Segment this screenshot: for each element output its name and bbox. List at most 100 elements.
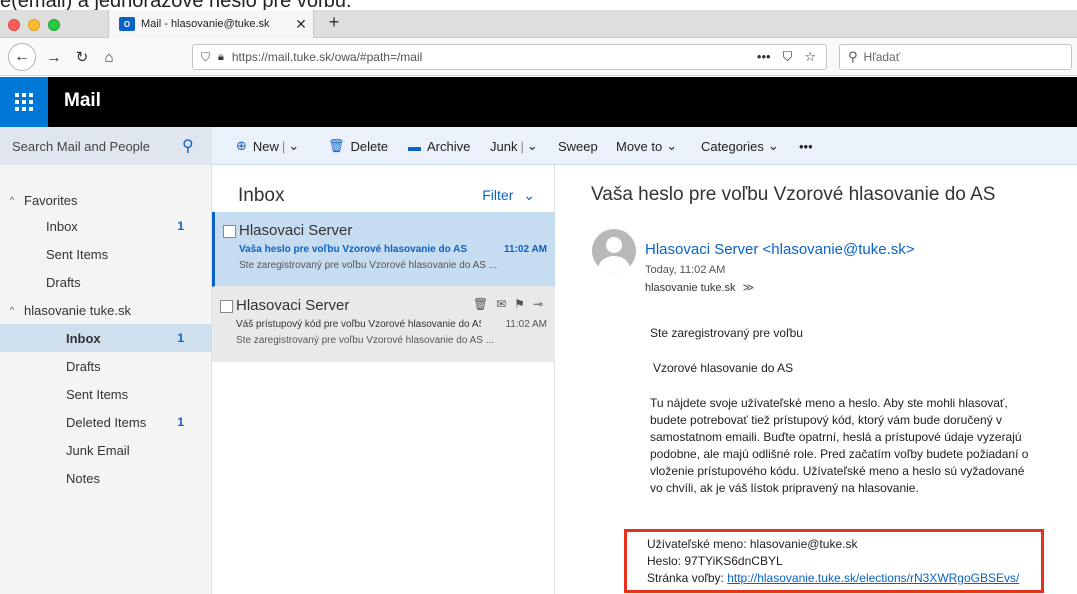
message-preview: Ste zaregistrovaný pre voľbu Vzorové hla…	[239, 260, 498, 271]
mark-read-icon[interactable]: ✉	[496, 297, 506, 311]
page-actions-icon[interactable]: •••	[757, 49, 771, 65]
folder-label: Deleted Items	[66, 414, 147, 430]
browser-navbar: ← → ↻ ⌂ ⛉ 🔒︎ https://mail.tuke.sk/owa/#p…	[0, 38, 1077, 76]
mail-search-input[interactable]: Search Mail and People ⚲	[0, 127, 212, 165]
select-checkbox[interactable]	[220, 300, 233, 313]
unread-count: 1	[177, 219, 184, 233]
browser-search-placeholder: Hľadať	[863, 50, 901, 64]
message-list: Inbox Filter ⌄ Hlasovaci Server Vaša hes…	[212, 165, 555, 594]
message-time: 11:02 AM	[505, 319, 547, 330]
trash-icon: 🗑︎	[328, 138, 345, 153]
chevron-down-icon: ⌄	[666, 138, 678, 153]
folder-pane: ^ Favorites Inbox 1 Sent Items Drafts ^ …	[0, 165, 212, 594]
maximize-window-button[interactable]	[48, 19, 60, 31]
account-header[interactable]: ^ hlasovanie tuke.sk	[0, 296, 212, 324]
message-sender: Hlasovaci Server	[239, 222, 353, 239]
folder-favorites-inbox[interactable]: Inbox 1	[0, 212, 212, 240]
message-time: 11:02 AM	[504, 244, 547, 255]
back-arrow-icon[interactable]: ←	[8, 43, 36, 71]
credentials-highlight: Užívateľské meno: hlasovanie@tuke.sk Hes…	[624, 529, 1044, 593]
folder-label: Sent Items	[46, 246, 109, 262]
browser-tab[interactable]: O Mail - hlasovanie@tuke.sk ✕	[108, 10, 314, 38]
delete-button[interactable]: 🗑︎ Delete	[328, 127, 388, 165]
folder-favorites-drafts[interactable]: Drafts	[0, 268, 212, 296]
move-to-button[interactable]: Move to ⌄	[616, 127, 677, 165]
junk-label: Junk	[490, 138, 518, 154]
reload-icon[interactable]: ↻	[72, 47, 92, 67]
browser-search-input[interactable]: ⚲ Hľadať	[839, 44, 1072, 70]
folder-deleted[interactable]: Deleted Items 1	[0, 408, 212, 436]
folder-label: Notes	[66, 470, 100, 486]
election-page-line: Stránka voľby: http://hlasovanie.tuke.sk…	[647, 570, 1041, 587]
sweep-button[interactable]: Sweep	[558, 127, 598, 165]
folder-label: Inbox	[66, 330, 101, 346]
sender-link[interactable]: Hlasovaci Server <hlasovanie@tuke.sk>	[645, 241, 915, 258]
categories-button[interactable]: Categories ⌄	[701, 127, 779, 165]
election-page-link[interactable]: http://hlasovanie.tuke.sk/elections/rN3X…	[727, 571, 1019, 585]
favorites-header[interactable]: ^ Favorites	[0, 186, 212, 214]
new-button[interactable]: ⊕ New | ⌄	[236, 127, 299, 165]
list-item[interactable]: Hlasovaci Server Vaša heslo pre voľbu Vz…	[212, 212, 555, 287]
folder-inbox[interactable]: Inbox 1	[0, 324, 212, 352]
close-tab-icon[interactable]: ✕	[289, 16, 313, 33]
filter-button[interactable]: Filter ⌄	[482, 187, 535, 204]
chevron-down-icon[interactable]: ⌄	[527, 138, 538, 154]
favorites-label: Favorites	[24, 192, 78, 208]
junk-button[interactable]: Junk | ⌄	[490, 127, 538, 165]
message-subject: Váš prístupový kód pre voľbu Vzorové hla…	[236, 319, 481, 330]
folder-favorites-sent[interactable]: Sent Items	[0, 240, 212, 268]
more-commands-button[interactable]: •••	[799, 127, 813, 165]
message-list-header: Inbox Filter ⌄	[212, 165, 555, 212]
unread-count: 1	[177, 415, 184, 429]
search-icon[interactable]: ⚲	[182, 136, 212, 156]
page-caption: e(email) a jednorázové heslo pre voľbu.	[0, 0, 352, 12]
outlook-icon: O	[119, 17, 135, 31]
lock-icon: 🔒︎	[218, 50, 224, 63]
shield-icon[interactable]: ⛉	[201, 50, 210, 65]
command-bar: Search Mail and People ⚲ ⊕ New | ⌄ 🗑︎ Del…	[0, 127, 1077, 165]
list-item[interactable]: Hlasovaci Server 🗑︎ ✉ ⚑ ⊸ Váš prístupový…	[212, 287, 555, 362]
folder-label: Drafts	[66, 358, 101, 374]
mail-search-placeholder: Search Mail and People	[12, 138, 151, 154]
folder-label: Inbox	[46, 218, 78, 234]
new-tab-icon[interactable]: +	[322, 12, 346, 33]
home-icon[interactable]: ⌂	[99, 47, 119, 67]
categories-label: Categories	[701, 138, 764, 154]
body-text: Tu nájdete svoje užívateľské meno a hesl…	[650, 396, 1029, 495]
url-bar[interactable]: ⛉ 🔒︎ https://mail.tuke.sk/owa/#path=/mai…	[192, 44, 827, 70]
list-title: Inbox	[238, 185, 285, 206]
avatar[interactable]	[592, 229, 636, 273]
pin-icon[interactable]: ⊸	[533, 297, 543, 311]
plus-circle-icon: ⊕	[236, 138, 247, 153]
archive-button[interactable]: ▬ Archive	[408, 127, 470, 165]
forward-arrow-icon[interactable]: →	[44, 47, 64, 67]
chevron-up-icon: ^	[10, 195, 15, 205]
folder-drafts[interactable]: Drafts	[0, 352, 212, 380]
password-line: Heslo: 97TYiKS6dnCBYL	[647, 554, 783, 568]
election-page-label: Stránka voľby:	[647, 571, 728, 585]
folder-sent[interactable]: Sent Items	[0, 380, 212, 408]
url-text: https://mail.tuke.sk/owa/#path=/mail	[231, 50, 423, 64]
chevron-down-icon: ⌄	[767, 138, 779, 153]
select-checkbox[interactable]	[223, 225, 236, 238]
new-label: New	[252, 138, 279, 154]
minimize-window-button[interactable]	[28, 19, 40, 31]
app-header: Mail	[0, 77, 1077, 127]
bookmark-star-icon[interactable]: ☆	[804, 49, 816, 65]
folder-junk[interactable]: Junk Email	[0, 436, 212, 464]
chevron-down-icon[interactable]: ⌄	[288, 138, 299, 154]
app-launcher-icon[interactable]	[0, 77, 48, 127]
sweep-label: Sweep	[558, 138, 598, 154]
flag-icon[interactable]: ⚑	[514, 297, 525, 311]
close-window-button[interactable]	[8, 19, 20, 31]
recipient[interactable]: hlasovanie tuke.sk ≫	[645, 281, 754, 294]
move-to-label: Move to	[616, 138, 663, 154]
expand-recipients-icon[interactable]: ≫	[743, 282, 755, 294]
tab-title: Mail - hlasovanie@tuke.sk	[141, 18, 270, 30]
recipient-label: hlasovanie tuke.sk	[645, 282, 736, 294]
pocket-icon[interactable]: ⛉	[783, 49, 793, 65]
trash-icon[interactable]: 🗑︎	[473, 297, 488, 311]
folder-notes[interactable]: Notes	[0, 464, 212, 492]
message-subject: Vaša heslo pre voľbu Vzorové hlasovanie …	[239, 244, 467, 255]
more-icon: •••	[799, 138, 813, 154]
